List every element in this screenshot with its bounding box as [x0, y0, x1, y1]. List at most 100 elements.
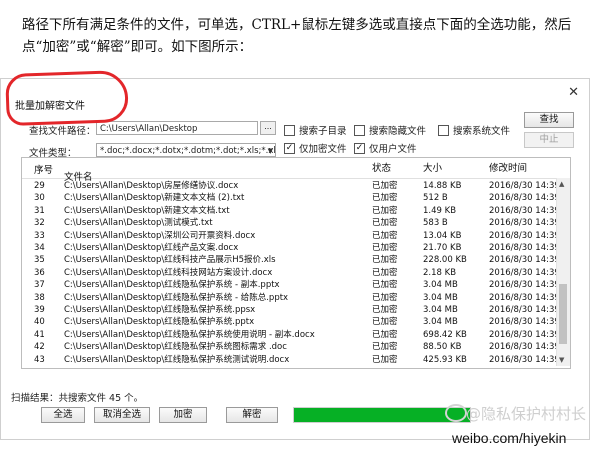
close-icon[interactable]: ✕ — [568, 85, 579, 100]
table-row[interactable]: 36 C:\Users\Allan\Desktop\红线科技网站方案设计.docx… — [22, 267, 570, 279]
row-index: 39 — [34, 305, 45, 315]
check-icon[interactable]: ✓ — [354, 142, 365, 154]
table-row[interactable]: 30 C:\Users\Allan\Desktop\新建文本文档 (2).txt 已… — [22, 192, 570, 204]
row-status: 已加密 — [372, 342, 398, 353]
row-index: 36 — [34, 267, 45, 278]
checkbox-only-encrypted[interactable]: ✓ 仅加密文件 — [284, 141, 347, 155]
header-status[interactable]: 状态 — [372, 160, 391, 174]
row-size: 88.50 KB — [423, 342, 462, 353]
row-size: 3.04 MB — [423, 317, 458, 328]
stop-button[interactable]: 中止 — [524, 132, 574, 148]
checkbox-label: 仅用户文件 — [369, 144, 417, 155]
row-size: 14.88 KB — [423, 181, 462, 191]
checkbox-only-user[interactable]: ✓ 仅用户文件 — [354, 141, 417, 155]
row-filename: C:\Users\Allan\Desktop\测试模式.txt — [64, 218, 213, 229]
scroll-down-icon[interactable]: ▼ — [559, 356, 564, 364]
row-size: 512 B — [423, 193, 448, 204]
row-status: 已加密 — [372, 280, 398, 291]
header-idx[interactable]: 序号 — [34, 162, 53, 176]
vertical-scrollbar[interactable]: ▲ ▼ — [556, 178, 570, 366]
table-row[interactable]: 38 C:\Users\Allan\Desktop\红线隐私保护系统 - 给陈总.… — [22, 292, 570, 304]
row-filename: C:\Users\Allan\Desktop\红线隐私保护系统测试说明.docx — [64, 354, 290, 365]
header-time[interactable]: 修改时间 — [489, 160, 527, 174]
row-filename: C:\Users\Allan\Desktop\红线隐私保护系统 - 副本.ppt… — [64, 280, 280, 291]
table-row[interactable]: 32 C:\Users\Allan\Desktop\测试模式.txt 已加密 583 … — [22, 217, 570, 229]
checkbox-search-system[interactable]: 搜索系统文件 — [438, 123, 510, 137]
deselect-all-button[interactable]: 取消全选 — [94, 407, 150, 423]
path-input[interactable]: C:\Users\Allan\Desktop — [96, 121, 258, 135]
row-filename: C:\Users\Allan\Desktop\房屋修缮协议.docx — [64, 181, 239, 191]
select-all-button[interactable]: 全选 — [41, 407, 85, 423]
row-filename: C:\Users\Allan\Desktop\红线产品文案.docx — [64, 243, 239, 253]
row-index: 38 — [34, 292, 45, 303]
checkbox-box[interactable] — [438, 124, 449, 136]
path-label: 查找文件路径： — [29, 126, 96, 137]
row-filename: C:\Users\Allan\Desktop\红线科技产品展示H5报价.xls — [64, 255, 276, 266]
table-row[interactable]: 31 C:\Users\Allan\Desktop\新建文本文档.txt 已加密 1.… — [22, 205, 570, 217]
checkbox-label: 搜索子目录 — [299, 126, 347, 137]
check-icon[interactable]: ✓ — [284, 142, 295, 154]
row-status: 已加密 — [372, 193, 398, 204]
search-button[interactable]: 查找 — [524, 112, 574, 128]
scan-result-text: 扫描结果：共搜索文件 45 个。 — [11, 393, 144, 404]
row-filename: C:\Users\Allan\Desktop\红线隐私保护系统 - 给陈总.pp… — [64, 292, 289, 303]
row-size: 21.70 KB — [423, 243, 462, 253]
row-index: 40 — [34, 317, 45, 328]
scroll-thumb[interactable] — [559, 284, 567, 344]
row-filename: C:\Users\Allan\Desktop\红线科技网站方案设计.docx — [64, 267, 273, 278]
row-size: 3.04 MB — [423, 280, 458, 291]
row-size: 425.93 KB — [423, 354, 467, 365]
row-status: 已加密 — [372, 218, 398, 229]
header-size[interactable]: 大小 — [423, 160, 442, 174]
watermark-url: weibo.com/hiyekin — [452, 430, 567, 446]
row-filename: C:\Users\Allan\Desktop\红线隐私保护系统图标需求 .doc — [64, 342, 287, 353]
scroll-up-icon[interactable]: ▲ — [559, 180, 564, 188]
row-index: 34 — [34, 243, 45, 253]
decrypt-button[interactable]: 解密 — [226, 407, 278, 423]
instruction-text: 路径下所有满足条件的文件，可单选，CTRL+鼠标左键多选或直接点下面的全选功能，… — [22, 17, 572, 55]
table-row[interactable]: 35 C:\Users\Allan\Desktop\红线科技产品展示H5报价.xl… — [22, 254, 570, 266]
table-row[interactable]: 34 C:\Users\Allan\Desktop\红线产品文案.docx 已加密 2… — [22, 242, 570, 254]
row-status: 已加密 — [372, 305, 398, 315]
checkbox-label: 搜索系统文件 — [453, 126, 511, 137]
row-status: 已加密 — [372, 329, 398, 340]
row-index: 29 — [34, 181, 45, 191]
table-row[interactable]: 42 C:\Users\Allan\Desktop\红线隐私保护系统图标需求 .d… — [22, 341, 570, 353]
file-type-select[interactable]: *.doc;*.docx;*.dotx;*.dotm;*.dot;*.xls;*… — [96, 143, 276, 157]
file-type-value: *.doc;*.docx;*.dotx;*.dotm;*.dot;*.xls;*… — [100, 146, 276, 156]
row-size: 2.18 KB — [423, 267, 457, 278]
checkbox-search-subdirs[interactable]: 搜索子目录 — [284, 123, 347, 137]
row-index: 31 — [34, 205, 45, 216]
table-row[interactable]: 33 C:\Users\Allan\Desktop\深圳公司开票资料.docx 已加… — [22, 230, 570, 242]
batch-crypto-dialog: 批量加解密文件 ✕ 查找文件路径： C:\Users\Allan\Desktop… — [0, 78, 590, 440]
checkbox-search-hidden[interactable]: 搜索隐藏文件 — [354, 123, 426, 137]
row-status: 已加密 — [372, 292, 398, 303]
row-size: 3.04 MB — [423, 305, 458, 315]
checkbox-label: 仅加密文件 — [299, 144, 347, 155]
checkbox-box[interactable] — [284, 124, 295, 136]
row-status: 已加密 — [372, 205, 398, 216]
encrypt-button[interactable]: 加密 — [159, 407, 207, 423]
row-size: 698.42 KB — [423, 329, 467, 340]
table-row[interactable]: 43 C:\Users\Allan\Desktop\红线隐私保护系统测试说明.do… — [22, 354, 570, 366]
row-size: 1.49 KB — [423, 205, 457, 216]
table-row[interactable]: 40 C:\Users\Allan\Desktop\红线隐私保护系统.pptx 已加… — [22, 316, 570, 328]
browse-button[interactable]: ... — [260, 121, 276, 135]
row-index: 30 — [34, 193, 45, 204]
row-index: 43 — [34, 354, 45, 365]
table-row[interactable]: 37 C:\Users\Allan\Desktop\红线隐私保护系统 - 副本.p… — [22, 279, 570, 291]
file-table: 序号 文件名 状态 大小 修改时间 29 C:\Users\Allan\Deskt… — [21, 157, 571, 369]
row-index: 33 — [34, 230, 45, 241]
table-row[interactable]: 29 C:\Users\Allan\Desktop\房屋修缮协议.docx 已加密 1… — [22, 180, 570, 192]
checkbox-box[interactable] — [354, 124, 365, 136]
table-row[interactable]: 41 C:\Users\Allan\Desktop\红线隐私保护系统使用说明 - … — [22, 329, 570, 341]
checkbox-label: 搜索隐藏文件 — [369, 126, 427, 137]
table-row[interactable]: 39 C:\Users\Allan\Desktop\红线隐私保护系统.ppsx 已加… — [22, 304, 570, 316]
row-status: 已加密 — [372, 181, 398, 191]
row-index: 41 — [34, 329, 45, 340]
row-index: 37 — [34, 280, 45, 291]
row-filename: C:\Users\Allan\Desktop\新建文本文档 (2).txt — [64, 193, 245, 204]
row-status: 已加密 — [372, 255, 398, 266]
row-filename: C:\Users\Allan\Desktop\红线隐私保护系统.ppsx — [64, 305, 256, 315]
row-index: 32 — [34, 218, 45, 229]
